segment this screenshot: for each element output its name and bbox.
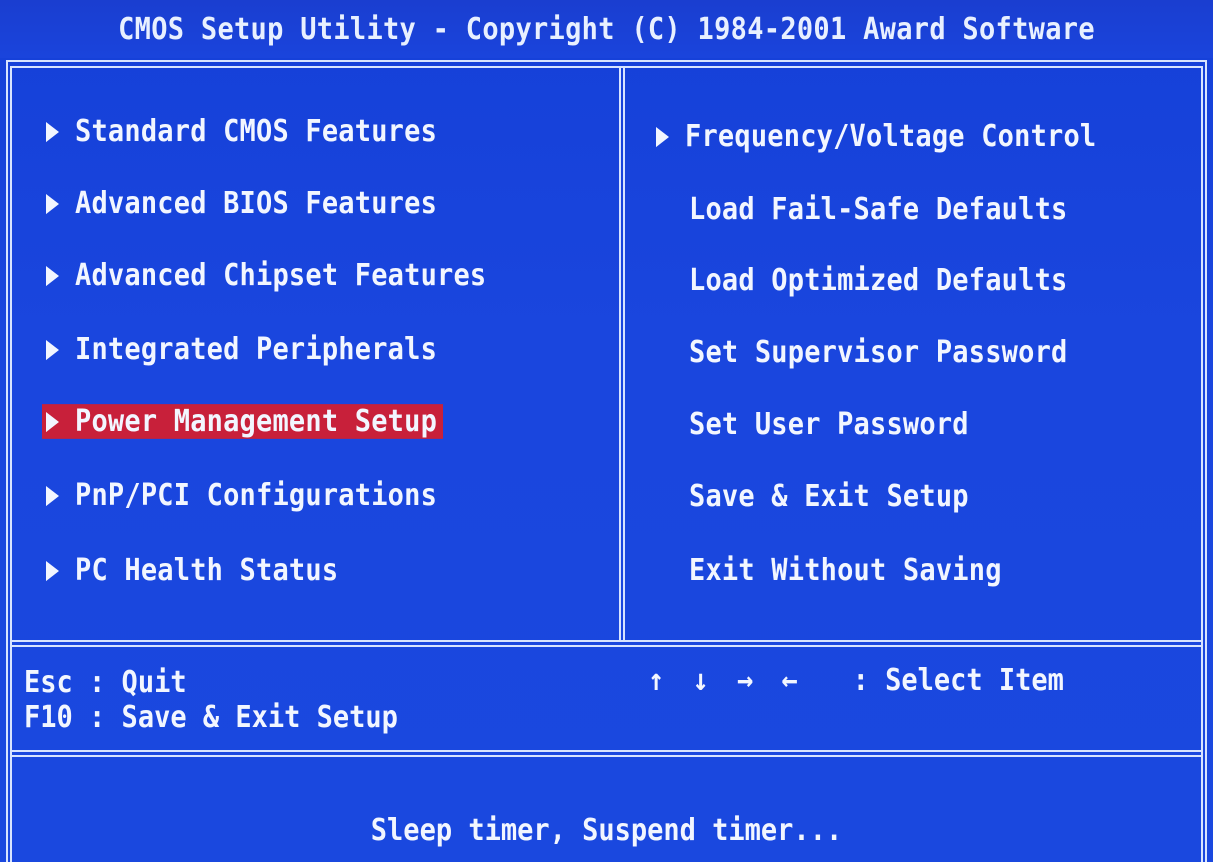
help-divider-top (10, 750, 1203, 752)
submenu-arrow-icon (46, 339, 59, 361)
menu-item-advanced-chipset-features[interactable]: Advanced Chipset Features (46, 258, 486, 293)
menu-item-label: PC Health Status (75, 553, 339, 588)
menu-item-label: Set Supervisor Password (689, 335, 1068, 370)
esc-quit-hint: Esc : Quit (24, 665, 187, 700)
menu-item-label: Advanced Chipset Features (75, 258, 487, 293)
menu-item-load-optimized-defaults[interactable]: Load Optimized Defaults (689, 263, 1067, 298)
select-item-action: : Select Item (852, 663, 1064, 698)
frame-left-outer (6, 60, 8, 862)
menu-item-load-fail-safe-defaults[interactable]: Load Fail-Safe Defaults (689, 192, 1067, 227)
menu-item-set-user-password[interactable]: Set User Password (689, 407, 969, 442)
frame-top-outer (6, 60, 1207, 62)
menu-item-label: Save & Exit Setup (689, 479, 969, 514)
help-description: Sleep timer, Suspend timer... (370, 813, 843, 848)
submenu-arrow-icon (46, 560, 59, 582)
column-divider-right (623, 66, 625, 640)
bios-screen: CMOS Setup Utility - Copyright (C) 1984-… (0, 0, 1213, 862)
frame-right-outer (1205, 60, 1207, 862)
footer-divider-top (10, 640, 1203, 642)
window-title: CMOS Setup Utility - Copyright (C) 1984-… (118, 12, 1095, 47)
menu-item-exit-without-saving[interactable]: Exit Without Saving (689, 553, 1002, 588)
title-bar: CMOS Setup Utility - Copyright (C) 1984-… (0, 0, 1213, 58)
menu-item-pnp-pci-configurations[interactable]: PnP/PCI Configurations (46, 478, 437, 513)
footer-divider-bottom (10, 645, 1203, 647)
submenu-arrow-icon (46, 485, 59, 507)
frame-left-inner (10, 66, 12, 862)
menu-item-label: Exit Without Saving (689, 553, 1002, 588)
column-divider-left (619, 66, 621, 640)
select-item-hint: ↑ ↓ → ← : Select Item (648, 663, 1064, 698)
f10-action: : Save & Exit Setup (89, 700, 398, 735)
help-divider-bottom (10, 755, 1203, 757)
submenu-arrow-icon (46, 193, 59, 215)
frame-top-inner (10, 66, 1203, 68)
menu-item-label: Frequency/Voltage Control (685, 119, 1097, 154)
menu-item-label: PnP/PCI Configurations (75, 478, 438, 513)
menu-item-power-management-setup[interactable]: Power Management Setup (42, 404, 444, 439)
menu-item-set-supervisor-password[interactable]: Set Supervisor Password (689, 335, 1067, 370)
menu-item-advanced-bios-features[interactable]: Advanced BIOS Features (46, 186, 437, 221)
menu-item-label: Standard CMOS Features (75, 114, 438, 149)
menu-item-standard-cmos-features[interactable]: Standard CMOS Features (46, 114, 437, 149)
menu-item-label: Load Optimized Defaults (689, 263, 1068, 298)
submenu-arrow-icon (656, 126, 669, 148)
arrow-keys-icon: ↑ ↓ → ← (648, 663, 804, 698)
menu-item-label: Advanced BIOS Features (75, 186, 438, 221)
submenu-arrow-icon (46, 265, 59, 287)
f10-save-exit-hint: F10 : Save & Exit Setup (24, 700, 398, 735)
menu-item-save-and-exit-setup[interactable]: Save & Exit Setup (689, 479, 969, 514)
menu-item-label: Set User Password (689, 407, 969, 442)
frame-right-inner (1201, 66, 1203, 862)
submenu-arrow-icon (46, 121, 59, 143)
menu-item-label: Integrated Peripherals (75, 332, 438, 367)
menu-item-label: Power Management Setup (75, 404, 438, 439)
submenu-arrow-icon (46, 411, 59, 433)
menu-item-pc-health-status[interactable]: PC Health Status (46, 553, 338, 588)
f10-key: F10 (24, 700, 73, 735)
menu-item-label: Load Fail-Safe Defaults (689, 192, 1068, 227)
esc-action: : Quit (89, 665, 187, 700)
selection-highlight: Power Management Setup (42, 404, 444, 439)
menu-item-integrated-peripherals[interactable]: Integrated Peripherals (46, 332, 437, 367)
menu-item-frequency-voltage-control[interactable]: Frequency/Voltage Control (656, 119, 1096, 154)
esc-key: Esc (24, 665, 73, 700)
